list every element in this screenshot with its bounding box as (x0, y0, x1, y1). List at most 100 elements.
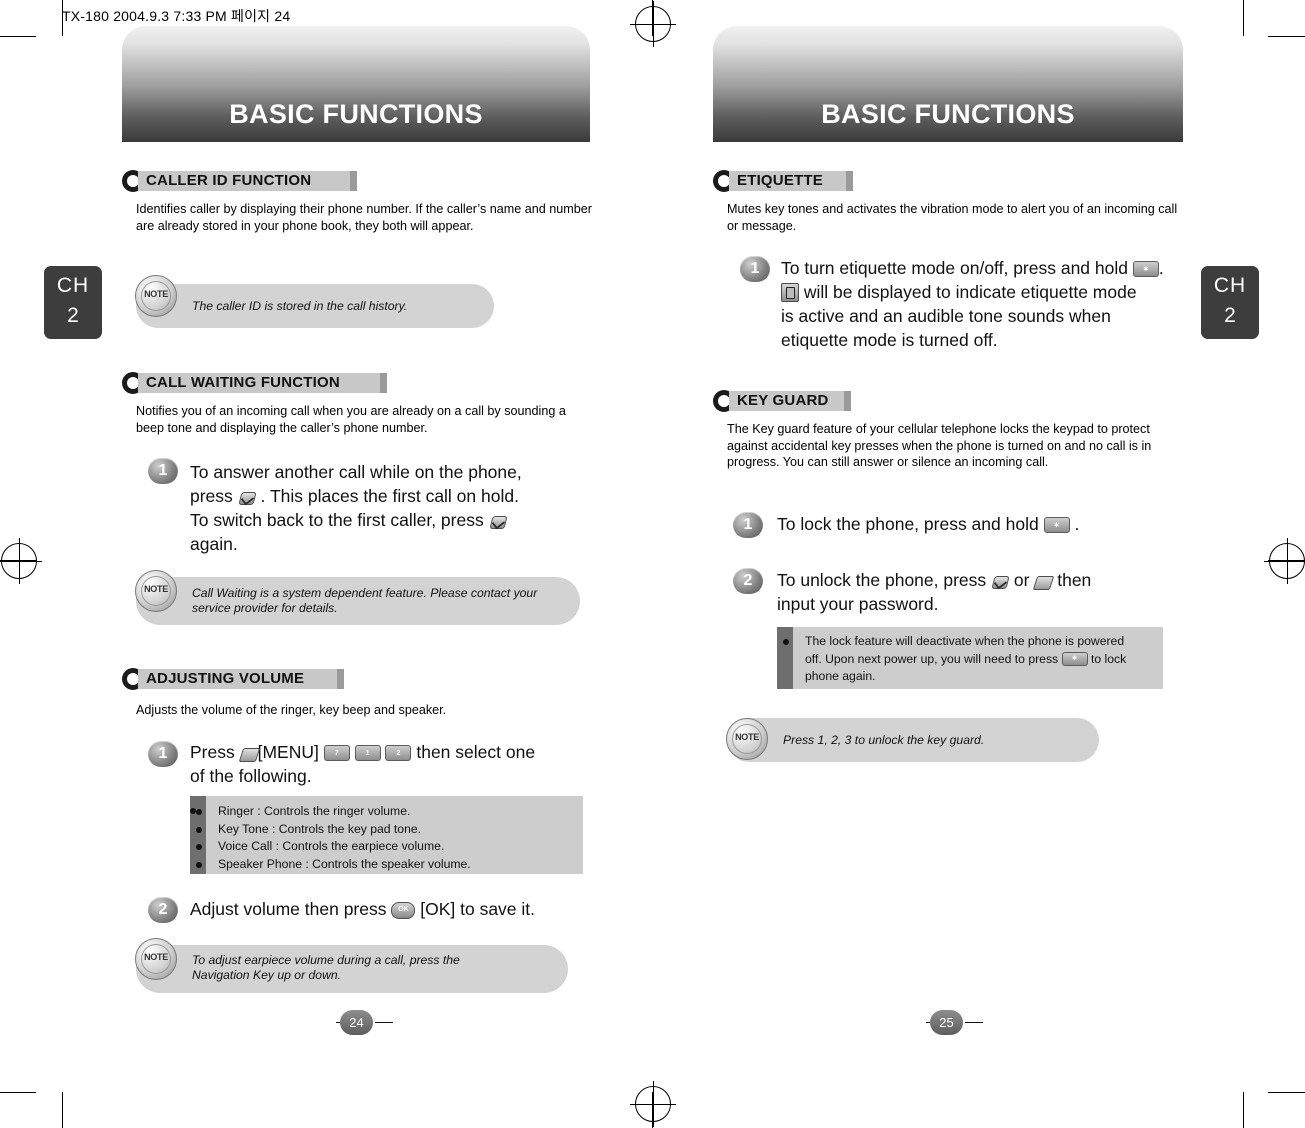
left-page-number: 24 (340, 1010, 373, 1035)
vibrate-indicator-icon (781, 283, 799, 302)
crop-mark-bottom-left-h (0, 1092, 36, 1093)
step-text-c: then (1057, 570, 1092, 590)
step-text-d: input your password. (777, 594, 939, 614)
warning-line3: phone again. (805, 669, 876, 683)
key-guard-step-2-text: To unlock the phone, press or then input… (777, 568, 1197, 616)
registration-mark-bottom (630, 1081, 676, 1127)
step-text-c: will be displayed to indicate etiquette … (803, 282, 1137, 302)
etiquette-step-1-number: 1 (740, 256, 770, 282)
left-chapter-tab: CH 2 (44, 266, 102, 339)
star-key-icon: ∗ (1043, 517, 1070, 533)
step-text-b: . (1158, 258, 1164, 278)
manual-page-spread: TX-180 2004.9.3 7:33 PM 페이지 24 BASIC FUN… (0, 0, 1305, 1128)
step-text-d: To switch back to the first caller, pres… (190, 510, 484, 530)
section-title-adjusting-volume: ADJUSTING VOLUME (146, 670, 305, 687)
volume-step-2-number: 2 (148, 897, 178, 923)
volume-options-box: Ringer : Controls the ringer volume. Key… (190, 796, 583, 874)
volume-option-item: Voice Call : Controls the earpiece volum… (196, 838, 577, 856)
section-heading-caller-id: CALLER ID FUNCTION (122, 170, 357, 192)
note-icon (135, 570, 177, 612)
call-waiting-note: Call Waiting is a system dependent featu… (136, 577, 580, 625)
volume-note-line1: To adjust earpiece volume during a call,… (192, 953, 460, 967)
right-page-banner: BASIC FUNCTIONS (713, 25, 1183, 142)
bullet-dot (196, 844, 202, 850)
file-header-text: TX-180 2004.9.3 7:33 PM 페이지 24 (62, 8, 291, 24)
call-waiting-step-1-number: 1 (148, 458, 178, 484)
star-key-icon: ∗ (1132, 261, 1159, 277)
volume-note-line2: Navigation Key up or down. (192, 968, 342, 982)
star-key-icon: ∗ (1061, 651, 1088, 666)
page-number-rule-right (965, 1022, 983, 1023)
volume-option-item: Key Tone : Controls the key pad tone. (196, 821, 577, 839)
warning-box-sidebar (777, 627, 793, 689)
step-text-d: of the following. (190, 766, 312, 786)
etiquette-intro: Mutes key tones and activates the vibrat… (727, 202, 1178, 233)
ok-key-icon (391, 902, 416, 919)
crop-mark-bottom-left-v (62, 1092, 63, 1128)
crop-mark-top-right-v (1243, 0, 1244, 36)
key-guard-warning-box: The lock feature will deactivate when th… (777, 627, 1163, 689)
bullet-dot (196, 826, 202, 833)
crop-mark-top-right-h (1268, 36, 1305, 37)
caller-id-intro: Identifies caller by displaying their ph… (136, 202, 592, 233)
right-page-number: 25 (930, 1010, 963, 1035)
step-text-c: then select one (416, 742, 536, 762)
page-number-rule-right (375, 1022, 393, 1023)
step-text-c: . This places the first call on hold. (260, 486, 519, 506)
call-waiting-note-text: Call Waiting is a system dependent featu… (192, 586, 538, 615)
step-text-e: again. (190, 534, 238, 554)
section-heading-key-guard: KEY GUARD (713, 390, 851, 412)
left-page-banner: BASIC FUNCTIONS (122, 25, 590, 142)
call-waiting-intro: Notifies you of an incoming call when yo… (136, 404, 566, 435)
etiquette-step-1-text: To turn etiquette mode on/off, press and… (781, 256, 1211, 352)
step-text-a: Adjust volume then press (190, 899, 387, 919)
step-text-d: is active and an audible tone sounds whe… (781, 306, 1111, 326)
volume-note: To adjust earpiece volume during a call,… (136, 945, 568, 993)
step-text-b: [OK] to save it. (420, 899, 536, 919)
key-guard-note: Press 1, 2, 3 to unlock the key guard. (727, 718, 1099, 762)
warning-line2b: to lock (1090, 651, 1127, 666)
volume-option-item: Ringer : Controls the ringer volume. (196, 803, 577, 821)
registration-mark-right (1264, 538, 1305, 584)
key-2-icon: 2 (385, 745, 412, 761)
bullet-dot (783, 639, 789, 645)
step-text-a: Press (190, 742, 235, 762)
menu-key-icon (240, 747, 258, 762)
key-guard-step-2-number: 2 (733, 568, 763, 594)
crop-mark-bottom-right-v (1243, 1092, 1244, 1128)
end-key-icon (1034, 575, 1052, 590)
bullet-dot (196, 861, 202, 868)
section-title-caller-id: CALLER ID FUNCTION (146, 172, 312, 189)
volume-option-item: Speaker Phone : Controls the speaker vol… (196, 856, 577, 874)
section-title-call-waiting: CALL WAITING FUNCTION (146, 374, 340, 391)
key-guard-note-text: Press 1, 2, 3 to unlock the key guard. (783, 732, 985, 747)
step-text-a: To lock the phone, press and hold (777, 514, 1039, 534)
registration-mark-left (0, 538, 42, 584)
section-heading-adjusting-volume: ADJUSTING VOLUME (122, 668, 344, 690)
key-guard-intro: The Key guard feature of your cellular t… (727, 422, 1152, 469)
section-heading-call-waiting: CALL WAITING FUNCTION (122, 372, 387, 394)
right-banner-title: BASIC FUNCTIONS (821, 99, 1075, 129)
step-text-e: etiquette mode is turned off. (781, 330, 998, 350)
step-text-b: or (1013, 570, 1030, 590)
key-1-icon: 1 (354, 745, 381, 761)
crop-mark-top-left-h (0, 36, 36, 37)
key-7-icon: 7 (323, 745, 350, 761)
left-chapter-tab-line1: CH (56, 274, 90, 297)
caller-id-note-text: The caller ID is stored in the call hist… (192, 298, 408, 313)
caller-id-note: The caller ID is stored in the call hist… (136, 284, 494, 328)
volume-step-2-text: Adjust volume then press [OK] to save it… (190, 897, 590, 921)
volume-note-text: To adjust earpiece volume during a call,… (192, 945, 558, 1001)
key-guard-step-1-number: 1 (733, 512, 763, 538)
send-key-icon (991, 574, 1009, 590)
registration-mark-top (630, 1, 676, 47)
step-text-a: To answer another call while on the phon… (190, 462, 522, 482)
bullet-dot (196, 809, 202, 815)
step-text-b: press (190, 486, 233, 506)
volume-step-1-text: Press [MENU] 7 1 2 then select one of th… (190, 740, 590, 788)
key-guard-step-1-text: To lock the phone, press and hold ∗ . (777, 512, 1197, 536)
left-chapter-tab-line2: 2 (67, 304, 79, 327)
note-icon (135, 938, 177, 980)
step-text-b: [MENU] (257, 742, 319, 762)
section-heading-etiquette: ETIQUETTE (713, 170, 853, 192)
